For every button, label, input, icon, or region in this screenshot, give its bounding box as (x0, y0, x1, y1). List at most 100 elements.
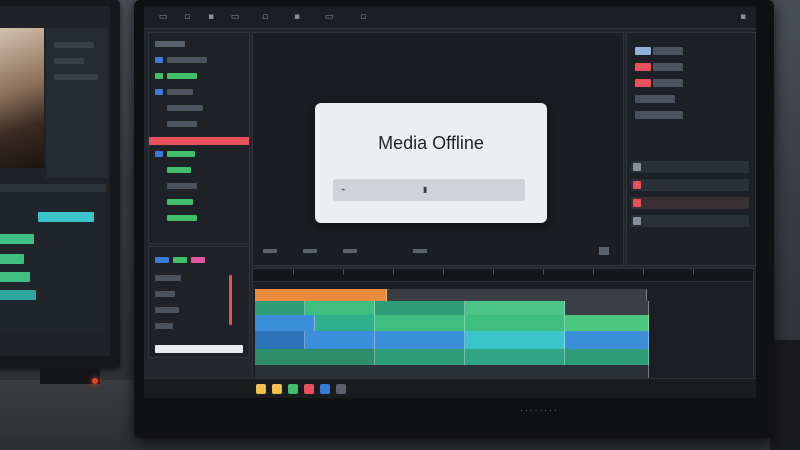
graphics-icon[interactable]: ▪ (292, 12, 302, 22)
clip-green[interactable] (465, 301, 565, 315)
marker-icon[interactable] (343, 249, 357, 253)
bin-icon[interactable] (155, 73, 163, 79)
tools-panel (148, 246, 250, 358)
empty-track-segment (565, 301, 649, 315)
file-icon[interactable]: ▭ (158, 12, 168, 22)
clip-green[interactable] (465, 315, 565, 331)
clip-orange[interactable] (255, 289, 387, 301)
main-screen: ▭ ▫ ▪ ▭ ▫ ▪ ▭ ▫ ▪ Media Offline ⌁ ▮ (144, 6, 756, 398)
panel-chip[interactable] (635, 95, 675, 103)
clip-green[interactable] (0, 254, 24, 264)
window-icon[interactable]: ▫ (358, 12, 368, 22)
settings-icon[interactable] (599, 247, 609, 255)
left-monitor-panel (46, 28, 108, 178)
browser-icon[interactable] (288, 384, 298, 394)
effect-row[interactable] (631, 197, 749, 209)
clip-green[interactable] (0, 234, 34, 244)
play-icon[interactable] (263, 249, 277, 253)
panel-chip[interactable] (635, 111, 683, 119)
effect-row[interactable] (631, 179, 749, 191)
clip-green[interactable] (255, 301, 305, 315)
mail-icon[interactable] (320, 384, 330, 394)
clip-green[interactable] (0, 272, 30, 282)
list-item[interactable] (167, 183, 197, 189)
project-header (155, 41, 185, 47)
selected-list-item[interactable] (149, 137, 249, 145)
clip-teal[interactable] (465, 331, 565, 349)
effect-icon (633, 217, 641, 225)
list-item[interactable] (167, 57, 207, 63)
view-icon[interactable]: ▭ (324, 12, 334, 22)
clip-green[interactable] (375, 301, 465, 315)
folder-icon[interactable] (272, 384, 282, 394)
list-item[interactable] (155, 307, 179, 313)
app-icon[interactable] (304, 384, 314, 394)
panel-chip[interactable] (635, 63, 651, 71)
bin-icon[interactable] (155, 89, 163, 95)
clip-green[interactable] (255, 349, 375, 365)
list-item[interactable] (155, 291, 175, 297)
menu-bar: ▭ ▫ ▪ ▭ ▫ ▪ ▭ ▫ ▪ (144, 6, 756, 29)
effects-panel (626, 32, 756, 266)
clip-green[interactable] (565, 349, 649, 365)
bin-icon[interactable] (155, 151, 163, 157)
effect-row[interactable] (631, 161, 749, 173)
sequence-icon[interactable]: ▭ (230, 12, 240, 22)
clip-blue[interactable] (255, 315, 315, 331)
offline-path-field[interactable]: ⌁ ▮ (333, 179, 525, 201)
search-icon[interactable] (336, 384, 346, 394)
clip-green[interactable] (465, 349, 565, 365)
list-item[interactable] (155, 323, 173, 329)
loop-icon[interactable] (413, 249, 427, 253)
clip-green[interactable] (315, 315, 375, 331)
clip-icon[interactable]: ▪ (206, 12, 216, 22)
clip-blue[interactable] (565, 331, 649, 349)
video-thumbnail[interactable] (0, 28, 44, 168)
list-item[interactable] (167, 199, 193, 205)
clip-teal[interactable] (0, 290, 36, 300)
step-icon[interactable] (303, 249, 317, 253)
clip-green[interactable] (305, 301, 375, 315)
clip-blue[interactable] (255, 331, 305, 349)
bin-icon[interactable] (155, 57, 163, 63)
taskbar (144, 378, 756, 398)
time-ruler[interactable] (253, 269, 753, 282)
clip-teal[interactable] (38, 212, 94, 222)
list-item[interactable] (167, 73, 197, 79)
edit-icon[interactable]: ▫ (182, 12, 192, 22)
start-icon[interactable] (256, 384, 266, 394)
marker-icon[interactable]: ▫ (260, 12, 270, 22)
program-monitor[interactable]: Media Offline ⌁ ▮ (252, 32, 624, 266)
clip-green[interactable] (375, 315, 465, 331)
list-item[interactable] (167, 151, 195, 157)
label-chip[interactable] (191, 257, 205, 263)
label-chip[interactable] (173, 257, 187, 263)
panel-chip[interactable] (653, 79, 683, 87)
left-monitor-stand (40, 368, 100, 384)
help-icon[interactable]: ▪ (738, 12, 748, 22)
left-monitor-screen (0, 6, 110, 356)
monitor-brand: ........ (520, 404, 559, 414)
list-item[interactable] (167, 167, 191, 173)
panel-chip[interactable] (635, 79, 651, 87)
audio-meter (229, 275, 232, 325)
list-item[interactable] (167, 89, 193, 95)
panel-chip[interactable] (635, 47, 651, 55)
clip-green[interactable] (565, 315, 649, 331)
label-chip[interactable] (155, 257, 169, 263)
clip-green[interactable] (375, 349, 465, 365)
list-item[interactable] (167, 105, 203, 111)
project-panel (148, 32, 250, 244)
left-monitor (0, 0, 120, 368)
effect-row[interactable] (631, 215, 749, 227)
panel-chip[interactable] (653, 47, 683, 55)
clip-blue[interactable] (305, 331, 375, 349)
list-item[interactable] (155, 275, 181, 281)
timeline-panel[interactable] (252, 268, 754, 394)
left-monitor-timeline[interactable] (0, 184, 106, 334)
panel-chip[interactable] (653, 63, 683, 71)
list-item[interactable] (167, 121, 197, 127)
audio-track[interactable] (255, 365, 649, 379)
list-item[interactable] (167, 215, 197, 221)
clip-blue[interactable] (375, 331, 465, 349)
